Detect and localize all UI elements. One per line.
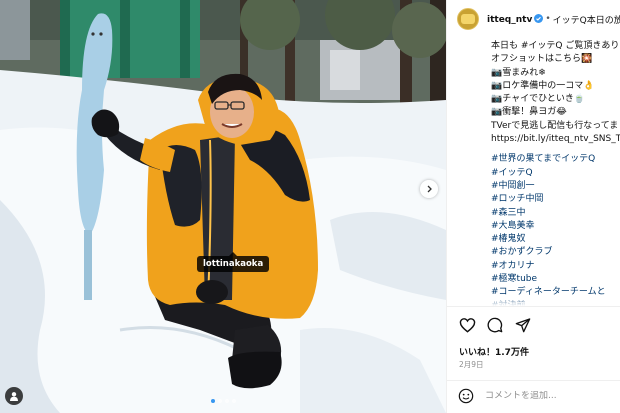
caption-line: オフショットはこちら🎇 — [491, 54, 593, 65]
carousel-indicator — [0, 399, 446, 403]
hashtag-link[interactable]: #おかずクラブ — [491, 246, 620, 259]
caption-line — [491, 146, 620, 153]
carousel-next-button[interactable] — [420, 180, 438, 198]
comment-bar — [457, 386, 617, 406]
header-caption-preview: イッテQ本日の放 — [552, 15, 620, 26]
caption-line: 本日も #イッテQ ご覧頂きあり — [491, 41, 620, 51]
avatar[interactable] — [457, 8, 479, 30]
share-button[interactable] — [513, 315, 533, 335]
chevron-right-icon — [427, 185, 432, 193]
hashtag-link[interactable]: #椿鬼奴 — [491, 233, 620, 246]
username-link[interactable]: itteq_ntv — [487, 13, 544, 25]
caption-line: https://bit.ly/itteq_ntv_SNS_TVe — [491, 134, 620, 145]
like-button[interactable] — [457, 315, 477, 335]
hashtag-link[interactable]: #中岡創一 — [491, 180, 620, 193]
username[interactable]: itteq_ntv — [487, 15, 532, 25]
comment-button[interactable] — [485, 315, 505, 335]
hashtag-link[interactable]: #オカリナ — [491, 260, 620, 273]
post-date[interactable]: 2月9日 — [459, 359, 484, 370]
like-count[interactable]: いいね！1.7万件 — [459, 345, 529, 358]
divider — [447, 380, 620, 381]
hashtag-link[interactable]: #大島美幸 — [491, 220, 620, 233]
post-header: itteq_ntv • イッテQ本日の放 — [447, 0, 620, 38]
comment-icon — [487, 317, 503, 333]
emoji-button[interactable] — [457, 387, 475, 405]
emoji-icon — [458, 388, 474, 404]
action-bar — [457, 315, 533, 335]
photo-scene — [0, 0, 446, 413]
caption-line: 📷チャイでひといき🍵 — [491, 94, 586, 105]
hashtag-link[interactable]: #極寒tube — [491, 273, 620, 286]
divider — [447, 306, 620, 307]
carousel-dot — [224, 399, 229, 403]
comment-input[interactable] — [485, 391, 605, 401]
hashtag-link[interactable]: #森三中 — [491, 207, 620, 220]
share-icon — [515, 318, 531, 333]
verified-icon — [534, 13, 544, 23]
post-photo[interactable]: lottinakaoka — [0, 0, 446, 413]
hashtag-link[interactable]: #イッテQ — [491, 167, 620, 180]
caption-line: 📷雪まみれ❄ — [491, 67, 546, 78]
caption-line: 📷衝撃！鼻ヨガ😂 — [491, 107, 567, 118]
caption-line: TVerで見逃し配信も行なってま — [491, 120, 619, 131]
separator-dot: • — [545, 14, 551, 24]
hashtag-link[interactable]: #ロッチ中岡 — [491, 193, 620, 206]
user-tag-label[interactable]: lottinakaoka — [197, 252, 270, 272]
carousel-dot — [231, 399, 236, 403]
post-sidebar: itteq_ntv • イッテQ本日の放 本日も #イッテQ ご覧頂きあり オフシ… — [446, 0, 620, 413]
caption-line: 📷ロケ準備中の一コマ👌 — [491, 80, 595, 91]
caption: 本日も #イッテQ ご覧頂きあり オフショットはこちら🎇 📷雪まみれ❄ 📷ロケ準備中の… — [491, 40, 620, 306]
heart-icon — [459, 318, 475, 333]
hashtag-link[interactable]: #世界の果てまでイッテQ — [491, 153, 620, 166]
carousel-dot — [210, 399, 215, 403]
carousel-dot — [217, 399, 222, 403]
